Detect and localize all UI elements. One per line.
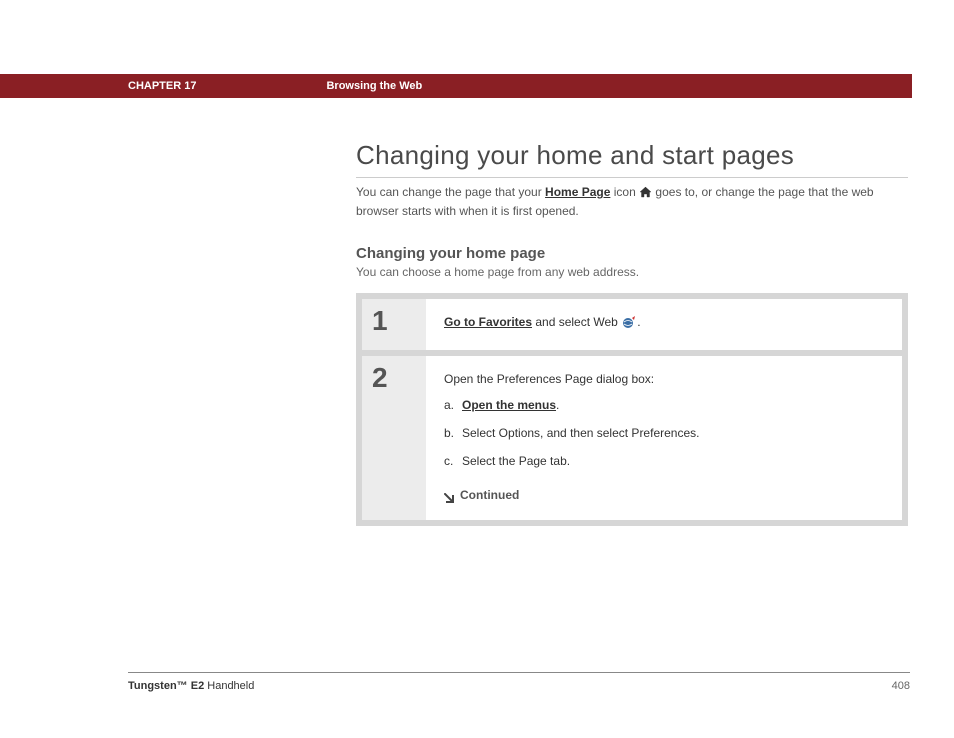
footer-rule xyxy=(128,672,910,673)
web-icon xyxy=(622,316,636,334)
footer: Tungsten™ E2 Handheld 408 xyxy=(128,680,910,692)
home-icon xyxy=(639,186,652,203)
step-number: 2 xyxy=(372,364,426,392)
step2-main: Open the Preferences Page dialog box: xyxy=(444,370,886,388)
step-2: 2 Open the Preferences Page dialog box: … xyxy=(362,356,902,520)
home-page-link[interactable]: Home Page xyxy=(545,185,610,199)
step-1: 1 Go to Favorites and select Web . xyxy=(362,299,902,350)
continued-arrow-icon xyxy=(444,490,454,500)
step1-mid: and select Web xyxy=(532,315,621,329)
intro-text: You can change the page that your Home P… xyxy=(356,177,908,221)
step-number: 1 xyxy=(372,307,426,335)
page-title: Changing your home and start pages xyxy=(356,140,908,171)
substep-list: a. Open the menus. b. Select Options, an… xyxy=(444,396,886,470)
substep-a: a. Open the menus. xyxy=(444,396,886,414)
substep-letter: b. xyxy=(444,424,462,442)
go-to-favorites-link[interactable]: Go to Favorites xyxy=(444,315,532,329)
substep-b: b. Select Options, and then select Prefe… xyxy=(444,424,886,442)
substep-letter: a. xyxy=(444,396,462,414)
substep-letter: c. xyxy=(444,452,462,470)
step-number-col: 1 xyxy=(362,299,426,350)
subtitle: Changing your home page xyxy=(356,245,908,262)
open-menus-link[interactable]: Open the menus xyxy=(462,398,556,412)
page-number: 408 xyxy=(892,680,910,692)
product-rest: Handheld xyxy=(204,680,254,692)
substep-c: c. Select the Page tab. xyxy=(444,452,886,470)
section-label: Browsing the Web xyxy=(326,80,422,92)
chapter-header: CHAPTER 17 Browsing the Web xyxy=(0,74,912,98)
intro-part1: You can change the page that your xyxy=(356,185,545,199)
step-number-col: 2 xyxy=(362,356,426,520)
step-body: Open the Preferences Page dialog box: a.… xyxy=(426,356,902,520)
continued-label: Continued xyxy=(460,486,519,504)
product-name: Tungsten™ E2 Handheld xyxy=(128,680,254,692)
product-bold: Tungsten™ E2 xyxy=(128,680,204,692)
substep-a-after: . xyxy=(556,398,559,412)
continued-indicator: Continued xyxy=(444,486,886,504)
chapter-label: CHAPTER 17 xyxy=(128,80,196,92)
intro-part2: icon xyxy=(610,185,639,199)
substep-b-text: Select Options, and then select Preferen… xyxy=(462,424,699,442)
step-body: Go to Favorites and select Web . xyxy=(426,299,902,350)
main-content: Changing your home and start pages You c… xyxy=(356,140,908,526)
substep-c-text: Select the Page tab. xyxy=(462,452,570,470)
steps-container: 1 Go to Favorites and select Web . 2 Ope… xyxy=(356,293,908,526)
step1-trail: . xyxy=(637,315,640,329)
sub-intro: You can choose a home page from any web … xyxy=(356,265,908,279)
